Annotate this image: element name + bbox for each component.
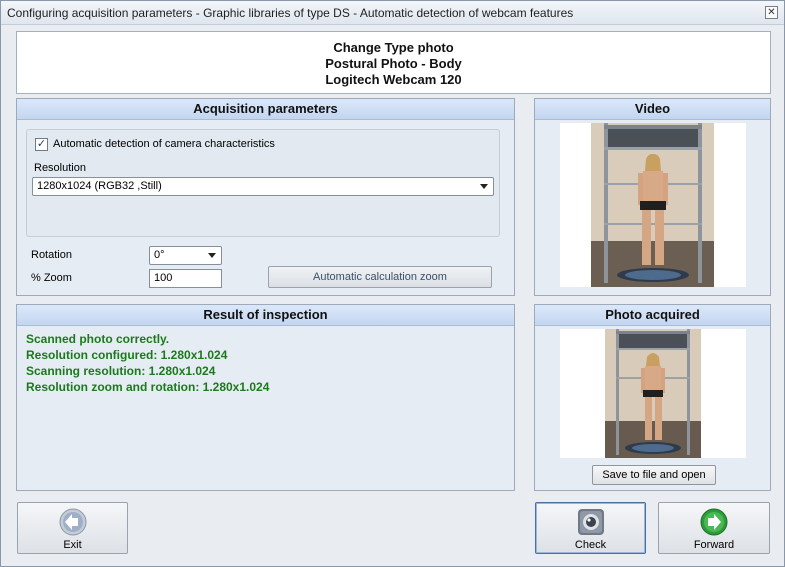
back-arrow-icon: [59, 508, 86, 536]
main-window: Configuring acquisition parameters - Gra…: [0, 0, 785, 567]
auto-detect-checkbox[interactable]: ✓: [35, 138, 48, 151]
zoom-input[interactable]: 100: [149, 269, 222, 288]
inspection-result-lines: Scanned photo correctly. Resolution conf…: [26, 331, 269, 395]
check-button[interactable]: Check: [535, 502, 646, 554]
title-bar: Configuring acquisition parameters - Gra…: [1, 1, 784, 25]
result-line: Scanning resolution: 1.280x1.024: [26, 364, 216, 378]
exit-button[interactable]: Exit: [17, 502, 128, 554]
resolution-label: Resolution: [34, 162, 86, 174]
chevron-down-icon: [208, 253, 216, 258]
acquisition-parameters-panel: Acquisition parameters ✓ Automatic detec…: [16, 98, 515, 296]
result-line: Resolution zoom and rotation: 1.280x1.02…: [26, 380, 270, 394]
resolution-value: 1280x1024 (RGB32 ,Still): [37, 180, 162, 192]
photo-acquired-title: Photo acquired: [535, 305, 770, 326]
forward-button[interactable]: Forward: [658, 502, 770, 554]
chevron-down-icon: [480, 184, 488, 189]
acquired-photo-image: [605, 329, 701, 458]
rotation-label: Rotation: [31, 249, 72, 261]
photo-type-line: Postural Photo - Body: [325, 56, 462, 71]
forward-arrow-icon: [700, 508, 728, 536]
video-title: Video: [535, 99, 770, 120]
acquisition-parameters-title: Acquisition parameters: [17, 99, 514, 120]
save-to-file-button[interactable]: Save to file and open: [592, 465, 716, 485]
photo-info-header: Change Type photo Postural Photo - Body …: [16, 31, 771, 94]
auto-calc-zoom-button[interactable]: Automatic calculation zoom: [268, 266, 492, 288]
rotation-select[interactable]: 0°: [149, 246, 222, 265]
check-label: Check: [574, 539, 607, 551]
webcam-icon: [577, 509, 604, 535]
result-line: Resolution configured: 1.280x1.024: [26, 348, 228, 362]
camera-settings-group: ✓ Automatic detection of camera characte…: [26, 129, 500, 237]
photo-acquired-panel: Photo acquired Save to file and open: [534, 304, 771, 491]
camera-name-line: Logitech Webcam 120: [325, 72, 462, 87]
forward-label: Forward: [693, 539, 735, 551]
video-preview-image: [591, 123, 714, 287]
inspection-result-title: Result of inspection: [17, 305, 514, 326]
video-preview: [560, 123, 746, 287]
auto-detect-label[interactable]: Automatic detection of camera characteri…: [53, 138, 275, 150]
result-line: Scanned photo correctly.: [26, 332, 170, 346]
change-type-line: Change Type photo: [333, 40, 454, 55]
acquired-photo: [560, 329, 746, 458]
window-title: Configuring acquisition parameters - Gra…: [7, 6, 574, 20]
zoom-label: % Zoom: [31, 272, 72, 284]
exit-label: Exit: [63, 539, 82, 551]
video-panel: Video: [534, 98, 771, 296]
close-icon[interactable]: ✕: [765, 6, 778, 19]
resolution-select[interactable]: 1280x1024 (RGB32 ,Still): [32, 177, 494, 196]
inspection-result-panel: Result of inspection Scanned photo corre…: [16, 304, 515, 491]
rotation-value: 0°: [154, 249, 165, 261]
